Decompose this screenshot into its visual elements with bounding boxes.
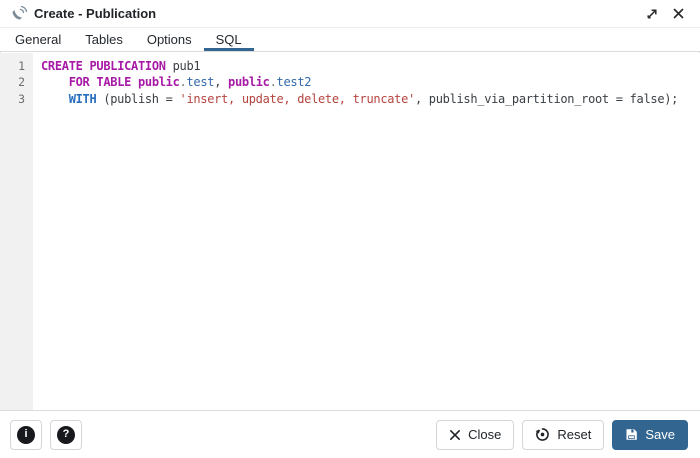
tab-tables[interactable]: Tables [73,28,135,51]
code-line: CREATE PUBLICATION pub1 [41,59,201,73]
help-icon: ? [57,425,75,444]
sql-editor: 1 23 CREATE PUBLICATION pub1 FOR TABLE pu… [0,53,700,410]
reset-button-label: Reset [557,427,592,442]
line-number: 1 [18,59,25,73]
save-button[interactable]: Save [612,419,688,450]
close-x-icon [450,429,461,440]
save-button-label: Save [645,427,675,442]
code-line: FOR TABLE public.test, public.test2 [68,75,312,90]
title-bar: Create - Publication [0,0,700,28]
help-button[interactable]: ? [50,419,82,450]
line-number: 2 [18,75,25,90]
reset-icon [536,428,550,441]
footer-bar: i ? Close Reset Save [0,410,700,458]
publication-icon [12,5,28,20]
reset-button[interactable]: Reset [522,419,605,450]
close-button-label: Close [468,427,502,442]
close-icon[interactable] [668,4,688,24]
line-number: 3 [18,91,25,106]
tab-general[interactable]: General [3,28,73,51]
save-floppy-icon [626,429,638,440]
sql-code-area[interactable]: CREATE PUBLICATION pub1 FOR TABLE public… [33,53,700,410]
tab-bar: General Tables Options SQL [0,28,700,52]
tab-sql[interactable]: SQL [203,28,254,51]
close-button[interactable]: Close [436,419,515,450]
info-icon: i [17,425,35,444]
dialog-title: Create - Publication [34,6,157,21]
create-publication-dialog: { "window": { "title": "Create - Publica… [0,0,700,458]
code-line: WITH (publish = 'insert, update, delete,… [68,91,679,106]
tab-options[interactable]: Options [135,28,204,51]
line-number-gutter: 1 23 [0,53,33,410]
maximize-icon[interactable] [642,4,662,24]
sql-info-button[interactable]: i [10,419,42,450]
